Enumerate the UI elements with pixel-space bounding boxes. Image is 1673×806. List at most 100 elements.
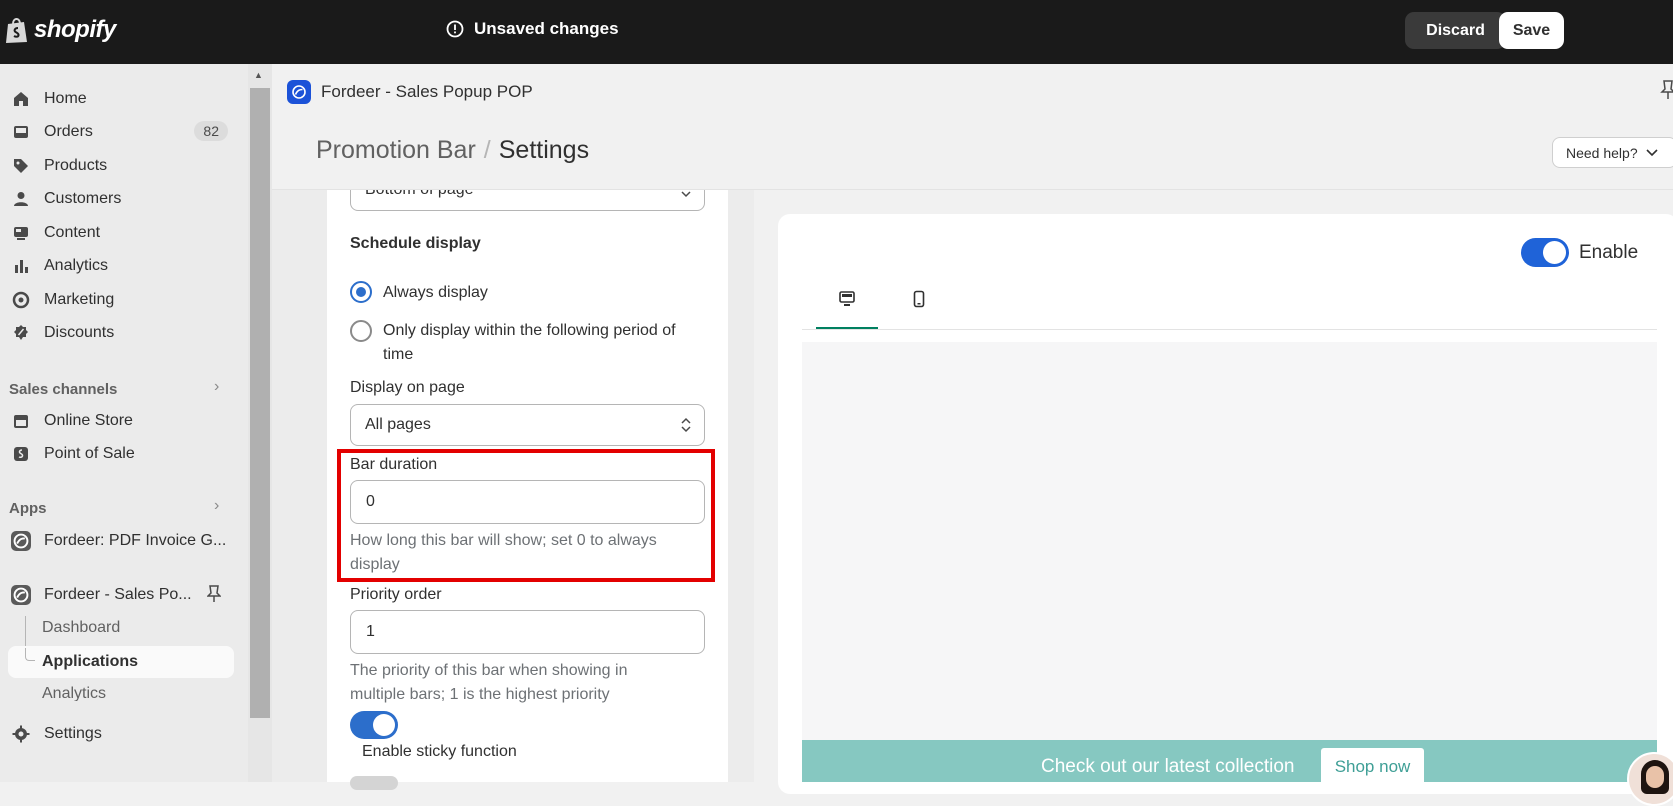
subnav-dashboard[interactable]: Dashboard [42, 619, 120, 637]
sidebar-item-home[interactable]: Home [8, 84, 234, 114]
sidebar-item-discounts[interactable]: Discounts [8, 318, 234, 348]
sidebar-item-products[interactable]: Products [8, 151, 234, 181]
sticky-toggle-label: Enable sticky function [362, 743, 517, 760]
target-icon [11, 290, 31, 310]
sidebar-item-online-store[interactable]: Online Store [8, 406, 234, 436]
breadcrumb-separator: / [483, 136, 491, 164]
priority-order-help: The priority of this bar when showing in… [350, 662, 628, 703]
enable-label: Enable [1579, 242, 1639, 263]
sidebar-scrollbar-thumb[interactable] [250, 88, 270, 718]
orders-icon [11, 122, 31, 142]
enable-toggle[interactable] [1521, 238, 1569, 267]
avatar[interactable] [1627, 752, 1673, 806]
display-on-page-select[interactable]: All pages [350, 404, 705, 446]
position-select[interactable]: Bottom of page [350, 190, 705, 211]
avatar-face [1646, 766, 1664, 788]
sidebar-item-label: Analytics [44, 257, 109, 274]
sidebar-item-content[interactable]: Content [8, 218, 234, 248]
shop-now-button[interactable]: Shop now [1321, 748, 1424, 786]
gear-icon [11, 724, 31, 744]
sidebar-item-label: Fordeer: PDF Invoice G... [44, 532, 227, 549]
fordeer-app-icon [11, 531, 31, 551]
desktop-icon [839, 291, 855, 306]
subnav-analytics[interactable]: Analytics [42, 685, 106, 701]
top-bar: shopify Unsaved changes Discard Save [0, 0, 1673, 64]
position-select-clip: Bottom of page [350, 190, 705, 211]
discount-icon [11, 323, 31, 343]
need-help-button[interactable]: Need help? [1552, 137, 1673, 168]
sidebar-item-fordeer-sales-popup[interactable]: Fordeer - Sales Po... [8, 580, 234, 610]
position-select-value: Bottom of page [365, 190, 474, 199]
always-display-radio[interactable] [350, 281, 372, 303]
fordeer-app-icon [11, 585, 31, 605]
sidebar-item-label: Settings [44, 725, 102, 742]
sales-channels-chevron-icon[interactable]: › [214, 378, 219, 396]
header-pin-icon[interactable] [1660, 80, 1673, 100]
tree-corner [25, 648, 35, 661]
sidebar-item-point-of-sale[interactable]: Point of Sale [8, 439, 234, 469]
tab-mobile[interactable] [888, 282, 950, 330]
save-button[interactable]: Save [1499, 12, 1564, 49]
select-chevron-icon [681, 191, 691, 198]
tab-desktop[interactable] [816, 282, 878, 330]
sidebar-item-orders[interactable]: Orders 82 [8, 117, 234, 147]
store-icon [11, 411, 31, 431]
schedule-display-heading: Schedule display [350, 235, 481, 252]
chevron-down-icon [1646, 148, 1658, 156]
shopify-wordmark: shopify [34, 16, 116, 43]
priority-order-label: Priority order [350, 586, 442, 603]
sidebar-item-label: Customers [44, 190, 122, 207]
period-display-label[interactable]: Only display within the following period… [383, 319, 703, 367]
next-toggle[interactable] [350, 776, 398, 790]
period-display-radio[interactable] [350, 320, 372, 342]
breadcrumb-promotion-bar[interactable]: Promotion Bar [316, 136, 476, 164]
select-chevron-icon [681, 417, 691, 433]
sales-channels-heading: Sales channels [9, 381, 118, 398]
bar-chart-icon [11, 256, 31, 276]
sidebar-item-label: Discounts [44, 324, 115, 341]
tag-icon [11, 156, 31, 176]
sidebar-item-label: Home [44, 90, 87, 107]
apps-chevron-icon[interactable]: › [214, 497, 219, 515]
page-title-current: Settings [498, 136, 590, 164]
pos-icon [11, 444, 31, 464]
pin-icon[interactable] [207, 585, 221, 603]
sidebar-item-label: Marketing [44, 291, 115, 308]
sidebar-item-analytics[interactable]: Analytics [8, 251, 234, 281]
sidebar-item-label: Orders [44, 123, 93, 140]
subnav-applications[interactable]: Applications [42, 653, 138, 671]
shopify-logo[interactable]: shopify [4, 16, 116, 44]
display-on-page-label: Display on page [350, 379, 465, 396]
sidebar-item-label: Point of Sale [44, 445, 135, 462]
person-icon [11, 189, 31, 209]
shopify-bag-icon [6, 18, 27, 43]
bar-duration-highlight [337, 449, 715, 582]
display-on-page-value: All pages [365, 416, 431, 433]
always-display-label[interactable]: Always display [383, 281, 488, 305]
need-help-label: Need help? [1566, 144, 1638, 161]
sidebar-item-settings[interactable]: Settings [8, 719, 234, 749]
page-title: Promotion Bar / Settings [316, 136, 589, 165]
unsaved-changes-indicator: Unsaved changes [446, 19, 619, 39]
scroll-up-arrow-icon[interactable]: ▲ [254, 70, 263, 80]
priority-order-input[interactable] [350, 610, 705, 654]
app-header: Fordeer - Sales Popup POP [272, 64, 1673, 120]
preview-canvas [802, 342, 1657, 740]
home-icon [11, 89, 31, 109]
tabs-divider [802, 329, 1657, 330]
alert-circle-icon [446, 20, 464, 38]
unsaved-changes-text: Unsaved changes [474, 19, 619, 38]
sidebar-item-customers[interactable]: Customers [8, 184, 234, 214]
content-icon [11, 223, 31, 243]
sidebar-item-label: Fordeer - Sales Po... [44, 586, 192, 603]
app-name: Fordeer - Sales Popup POP [321, 82, 533, 101]
sidebar-item-fordeer-pdf-invoice[interactable]: Fordeer: PDF Invoice G... [8, 526, 234, 556]
sidebar-item-label: Online Store [44, 412, 133, 429]
promo-text: Check out our latest collection [1041, 756, 1295, 777]
orders-count-badge: 82 [194, 121, 228, 141]
sidebar-item-label: Products [44, 157, 108, 174]
sidebar-item-marketing[interactable]: Marketing [8, 285, 234, 315]
mobile-icon [913, 290, 925, 308]
discard-button[interactable]: Discard [1405, 12, 1506, 49]
sticky-toggle[interactable] [350, 711, 398, 739]
